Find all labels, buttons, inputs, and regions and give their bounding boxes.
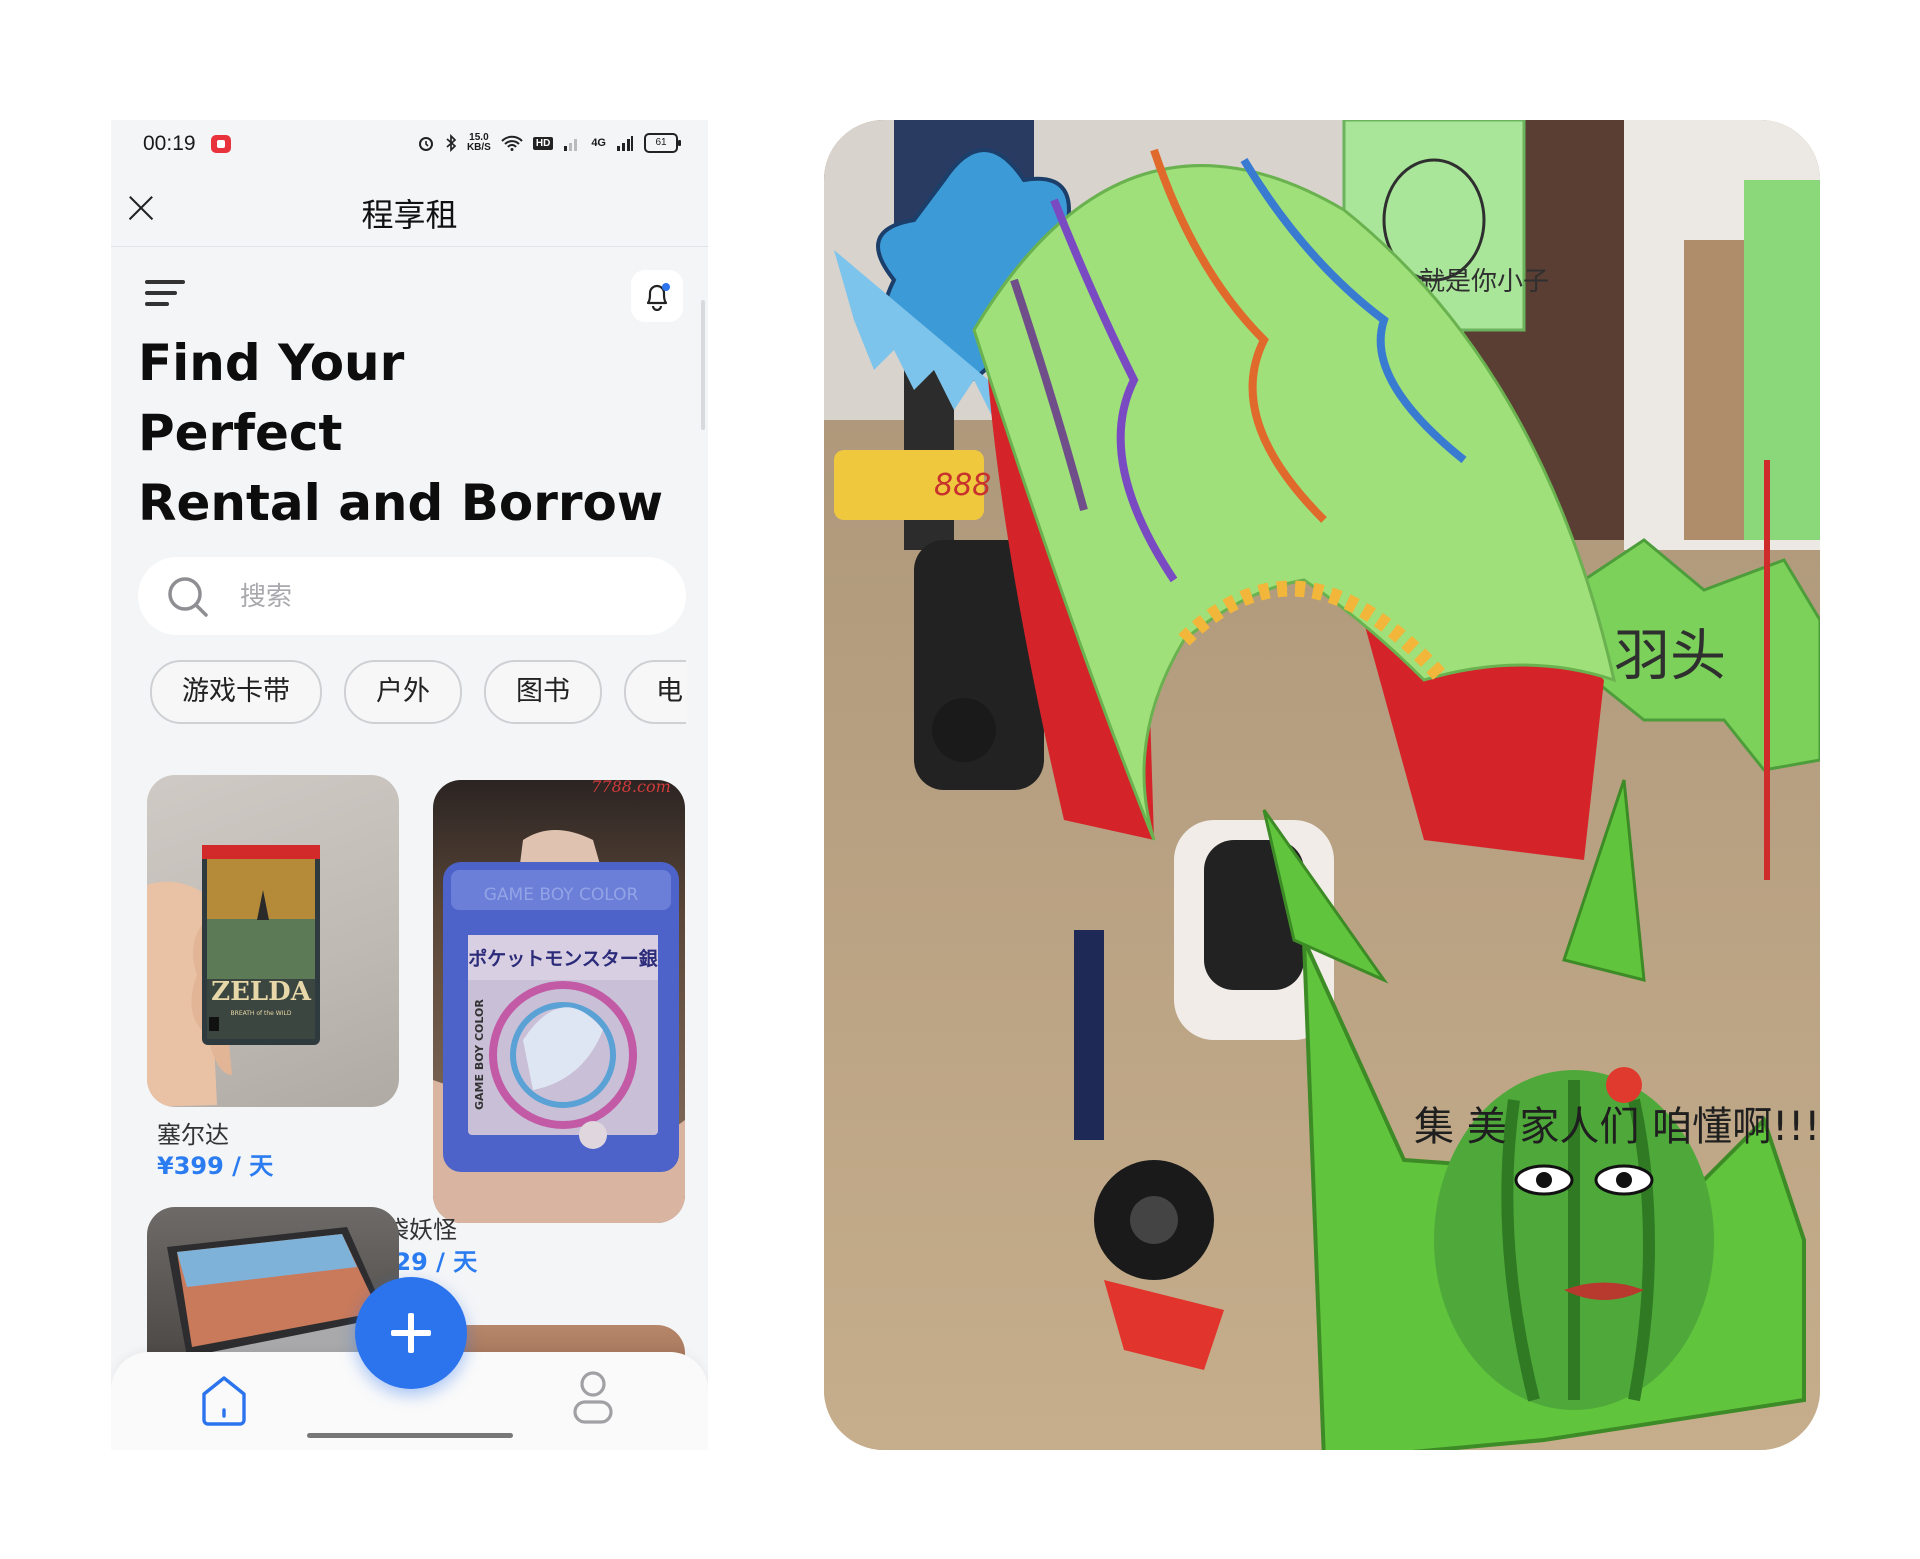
wifi-icon xyxy=(501,135,523,151)
sign-top-text: 就是你小子 xyxy=(1419,267,1549,297)
zelda-cover-title: ZELDA xyxy=(211,977,312,1007)
hd-badge: HD xyxy=(532,136,554,150)
sign-right-text: 羽头 xyxy=(1614,624,1726,689)
item-price-zelda: ¥399 / 天 xyxy=(157,1152,274,1180)
search-bar[interactable] xyxy=(138,557,686,635)
nav-profile[interactable] xyxy=(571,1368,615,1428)
chip-books[interactable]: 图书 xyxy=(484,660,602,724)
bluetooth-icon xyxy=(446,134,457,152)
bell-icon xyxy=(646,283,670,311)
alarm-icon xyxy=(418,137,433,151)
notification-button[interactable] xyxy=(631,270,683,322)
hero-headline: Find Your Perfect Rental and Borrow xyxy=(138,328,678,538)
signal-weak-icon xyxy=(564,139,578,151)
hero-line-2: Perfect xyxy=(138,404,343,462)
user-icon xyxy=(573,1371,613,1424)
phone-screenshot: 00:19 15.0 KB/S HD 4G 61 程享租 Find Your Pe… xyxy=(111,120,708,1450)
category-chips: 游戏卡带 户外 图书电 xyxy=(150,660,686,726)
search-input[interactable] xyxy=(238,577,642,617)
go-kart-illustration: 888 就是你小子 羽头 集 美 家人们 咱懂啊!!! xyxy=(824,120,1820,1450)
chip-outdoor[interactable]: 户外 xyxy=(344,660,462,724)
zelda-cover-subtitle: BREATH of the WILD xyxy=(231,1010,292,1017)
title-bar: 程享租 xyxy=(111,170,708,247)
item-card-zelda[interactable]: ZELDA BREATH of the WILD xyxy=(147,775,399,1107)
status-icons: 15.0 KB/S HD 4G 61 xyxy=(417,133,681,153)
scrollbar[interactable] xyxy=(701,300,705,430)
menu-icon[interactable] xyxy=(145,280,185,310)
app-title: 程享租 xyxy=(361,196,458,234)
pokemon-photo: 7788.com GAME BOY COLOR ポケットモンスター銀 GAME … xyxy=(433,780,685,1223)
home-icon xyxy=(202,1376,246,1426)
chip-electronics[interactable]: 电 xyxy=(624,660,686,724)
status-bar: 00:19 15.0 KB/S HD 4G 61 xyxy=(111,120,708,170)
add-button[interactable] xyxy=(355,1277,467,1389)
hero-line-1: Find Your xyxy=(138,334,405,392)
item-name-zelda: 塞尔达 xyxy=(157,1121,229,1149)
net-speed: 15.0 KB/S xyxy=(467,133,491,153)
screen-record-icon xyxy=(211,135,231,153)
status-time: 00:19 xyxy=(143,132,196,155)
go-kart-photo: 888 就是你小子 羽头 集 美 家人们 咱懂啊!!! xyxy=(824,120,1820,1450)
hero-line-3: Rental and Borrow xyxy=(138,474,664,532)
signal-strong-icon xyxy=(617,136,633,151)
cartridge-brand-text: GAME BOY COLOR xyxy=(484,885,639,905)
item-card-pokemon[interactable]: 7788.com GAME BOY COLOR ポケットモンスター銀 GAME … xyxy=(433,780,685,1223)
cartridge-title-text: ポケットモンスター銀 xyxy=(468,947,658,970)
search-icon xyxy=(168,577,208,617)
kart-number-text: 888 xyxy=(934,468,991,503)
sign-face-text: 集 美 家人们 咱懂啊!!! xyxy=(1414,1104,1820,1150)
zelda-photo: ZELDA BREATH of the WILD xyxy=(147,845,320,1107)
chip-game-cartridge[interactable]: 游戏卡带 xyxy=(150,660,322,724)
cartridge-side-text: GAME BOY COLOR xyxy=(473,999,486,1110)
net-speed-unit: KB/S xyxy=(466,142,491,153)
nav-home[interactable] xyxy=(199,1372,249,1428)
home-indicator xyxy=(307,1433,513,1438)
network-type: 4G xyxy=(591,137,606,149)
battery-icon: 61 xyxy=(644,133,681,153)
watermark-text: 7788.com xyxy=(591,780,671,796)
